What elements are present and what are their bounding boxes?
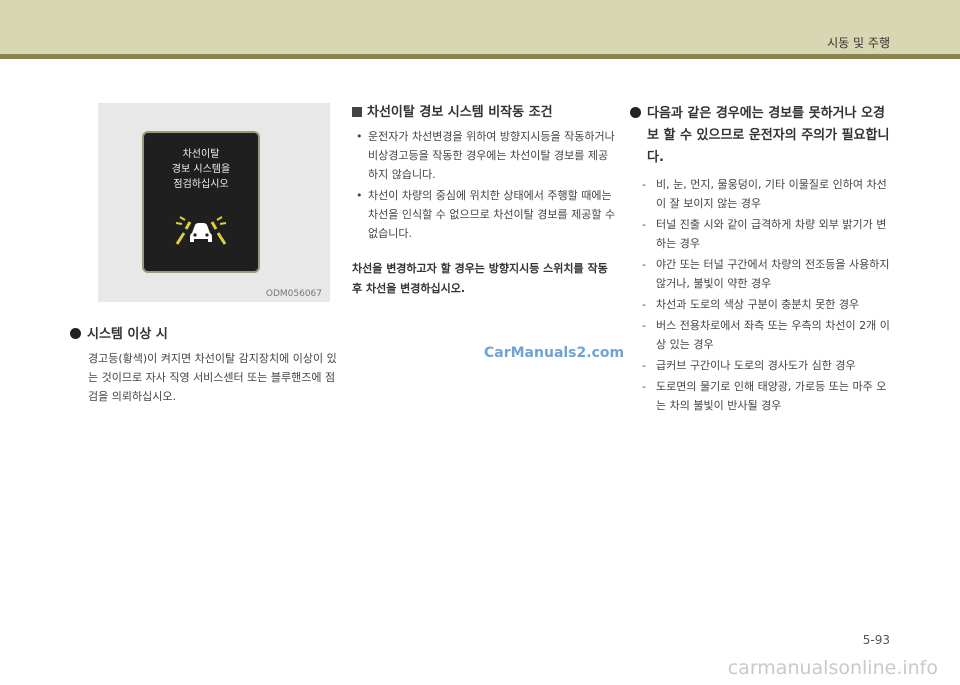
list-item: 급커브 구간이나 도로의 경사도가 심한 경우 (630, 356, 896, 375)
system-fault-heading-text: 시스템 이상 시 (87, 327, 168, 342)
watermark-carmanualsonline: carmanualsonline.info (727, 657, 938, 679)
system-fault-heading: 시스템 이상 시 (70, 325, 338, 345)
non-operating-section: 차선이탈 경보 시스템 비작동 조건 운전자가 차선변경을 위하여 방향지시등을… (352, 103, 617, 299)
system-fault-body: 경고등(황색)이 켜지면 차선이탈 감지장치에 이상이 있는 것이므로 자사 직… (88, 352, 337, 403)
caution-list: 비, 눈, 먼지, 물웅덩이, 기타 이물질로 인하여 차선이 잘 보이지 않는… (630, 175, 896, 415)
lane-change-note: 차선을 변경하고자 할 경우는 방향지시등 스위치를 작동 후 차선을 변경하십… (352, 262, 608, 295)
non-operating-heading: 차선이탈 경보 시스템 비작동 조건 (352, 103, 617, 123)
header-rule (0, 54, 960, 59)
figure-code: ODM056067 (265, 289, 322, 299)
list-item: 터널 진출 시와 같이 급격하게 차량 외부 밝기가 변하는 경우 (630, 215, 896, 253)
list-item: 버스 전용차로에서 좌측 또는 우측의 차선이 2개 이상 있는 경우 (630, 316, 896, 354)
square-bullet-icon (352, 107, 362, 117)
list-item: 차선이 차량의 중심에 위치한 상태에서 주행할 때에는 차선을 인식할 수 없… (352, 186, 617, 243)
list-item: 야간 또는 터널 구간에서 차량의 전조등을 사용하지 않거나, 불빛이 약한 … (630, 255, 896, 293)
page-number: 5-93 (862, 633, 890, 647)
section-title: 시동 및 주행 (827, 36, 890, 50)
warning-line-1: 차선이탈 (182, 149, 220, 160)
non-operating-heading-text: 차선이탈 경보 시스템 비작동 조건 (367, 105, 553, 120)
list-item: 비, 눈, 먼지, 물웅덩이, 기타 이물질로 인하여 차선이 잘 보이지 않는… (630, 175, 896, 213)
caution-heading: 다음과 같은 경우에는 경보를 못하거나 오경보 할 수 있으므로 운전자의 주… (630, 103, 896, 169)
warning-figure: 차선이탈 경보 시스템을 점검하십시오 ODM056067 (98, 103, 330, 302)
list-item: 도로면의 물기로 인해 태양광, 가로등 또는 마주 오는 차의 불빛이 반사될… (630, 377, 896, 415)
bullet-dot-icon (630, 107, 641, 118)
warning-line-3: 점검하십시오 (173, 179, 229, 190)
caution-heading-text: 다음과 같은 경우에는 경보를 못하거나 오경보 할 수 있으므로 운전자의 주… (647, 106, 890, 165)
system-fault-section: 시스템 이상 시 경고등(황색)이 켜지면 차선이탈 감지장치에 이상이 있는 … (70, 325, 338, 406)
warning-message: 차선이탈 경보 시스템을 점검하십시오 (144, 147, 258, 192)
header-bar (0, 0, 960, 54)
non-operating-list: 운전자가 차선변경을 위하여 방향지시등을 작동하거나 비상경고등을 작동한 경… (352, 127, 617, 243)
list-item: 운전자가 차선변경을 위하여 방향지시등을 작동하거나 비상경고등을 작동한 경… (352, 127, 617, 184)
watermark-carmanuals2: CarManuals2.com (484, 345, 625, 361)
lane-departure-car-icon (175, 216, 227, 245)
caution-section: 다음과 같은 경우에는 경보를 못하거나 오경보 할 수 있으므로 운전자의 주… (630, 103, 896, 417)
cluster-warning-panel: 차선이탈 경보 시스템을 점검하십시오 (142, 131, 260, 273)
list-item: 차선과 도로의 색상 구분이 충분치 못한 경우 (630, 295, 896, 314)
bullet-dot-icon (70, 328, 81, 339)
warning-line-2: 경보 시스템을 (171, 164, 231, 175)
